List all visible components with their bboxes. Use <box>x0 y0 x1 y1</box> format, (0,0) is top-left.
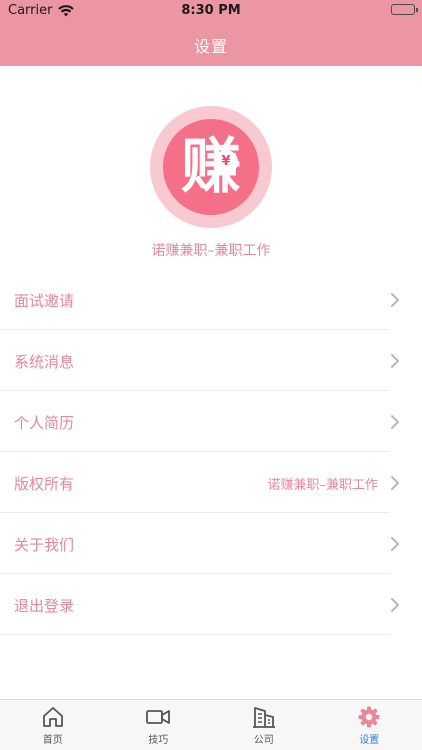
chevron-right-icon <box>391 537 399 551</box>
logo-character: 赚 <box>181 132 241 202</box>
settings-menu: 面试邀请 系统消息 个人简历 版权所有 诺赚兼职–兼职工作 关于我们 退出登录 <box>0 269 422 635</box>
menu-item-label: 系统消息 <box>14 353 75 371</box>
navigation-bar: Carrier 8:30 PM 设置 <box>0 0 422 66</box>
tab-tips[interactable]: 技巧 <box>106 700 212 750</box>
app-logo-inner: 赚 <box>163 119 259 215</box>
app-logo: 赚 <box>150 106 272 228</box>
yen-badge-icon: ¥ <box>214 150 238 174</box>
menu-item-copyright[interactable]: 版权所有 诺赚兼职–兼职工作 <box>0 452 422 513</box>
menu-item-label: 退出登录 <box>14 597 75 615</box>
menu-item-about-us[interactable]: 关于我们 <box>0 513 422 574</box>
tab-label: 技巧 <box>148 735 169 746</box>
tab-company[interactable]: 公司 <box>211 700 317 750</box>
status-time: 8:30 PM <box>181 3 241 18</box>
battery-icon <box>391 4 418 15</box>
tab-settings[interactable]: 设置 <box>317 700 422 750</box>
chevron-right-icon <box>391 293 399 307</box>
menu-item-label: 版权所有 <box>14 475 75 493</box>
gear-icon <box>358 706 380 728</box>
tab-label: 首页 <box>42 735 63 746</box>
home-icon <box>42 707 63 727</box>
chevron-right-icon <box>391 354 399 368</box>
menu-item-label: 关于我们 <box>14 536 75 554</box>
status-bar: Carrier 8:30 PM <box>0 0 422 22</box>
menu-item-label: 面试邀请 <box>14 292 75 310</box>
building-icon <box>252 707 275 728</box>
chevron-right-icon <box>391 476 399 490</box>
video-icon <box>146 710 171 724</box>
menu-item-value: 诺赚兼职–兼职工作 <box>267 478 378 493</box>
divider <box>0 634 390 635</box>
chevron-right-icon <box>391 598 399 612</box>
menu-item-label: 个人简历 <box>14 414 75 432</box>
tab-label: 公司 <box>253 735 274 746</box>
page-title: 设置 <box>193 37 228 56</box>
tab-label: 设置 <box>359 735 380 746</box>
menu-item-interview-invitations[interactable]: 面试邀请 <box>0 269 422 330</box>
menu-item-system-messages[interactable]: 系统消息 <box>0 330 422 391</box>
tab-home[interactable]: 首页 <box>0 700 106 750</box>
tab-bar: 首页 技巧 公司 设置 <box>0 699 422 750</box>
chevron-right-icon <box>391 415 399 429</box>
app-name: 诺赚兼职–兼职工作 <box>151 243 271 259</box>
menu-item-logout[interactable]: 退出登录 <box>0 574 422 635</box>
menu-item-resume[interactable]: 个人简历 <box>0 391 422 452</box>
